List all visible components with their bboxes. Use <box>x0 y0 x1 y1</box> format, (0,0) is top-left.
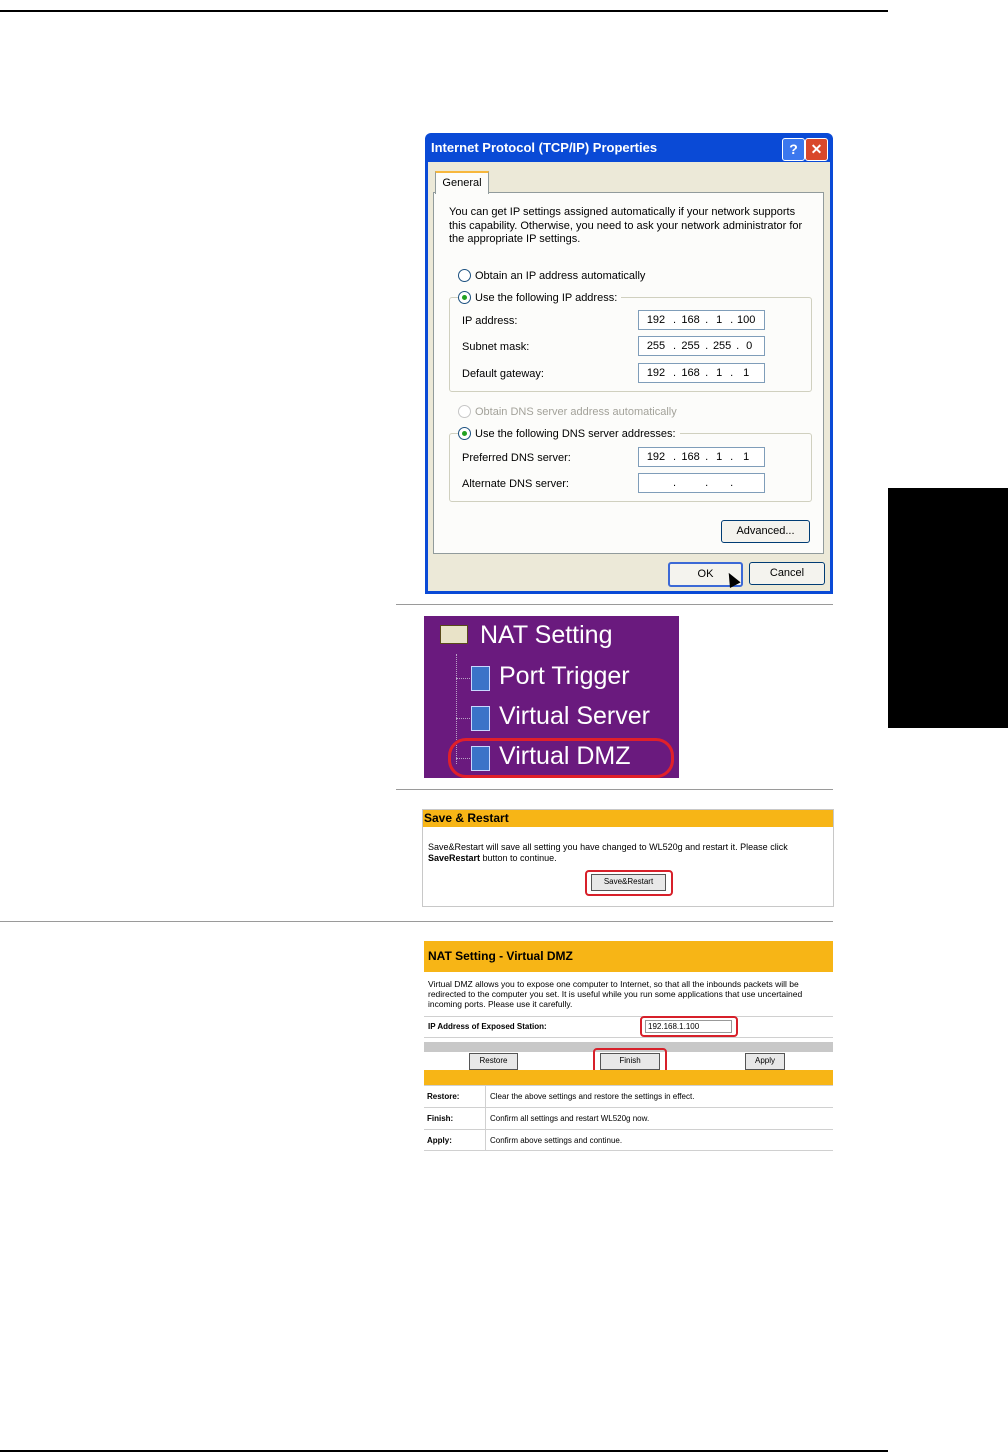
dialog-body: General You can get IP settings assigned… <box>428 162 830 591</box>
radio-button-selected[interactable] <box>458 291 471 304</box>
separator-3 <box>0 921 833 922</box>
preferred-dns-field[interactable]: 192. 168. 1. 1 <box>638 447 765 467</box>
radio-button-selected[interactable] <box>458 427 471 440</box>
radio-auto-dns[interactable]: Obtain DNS server address automatically <box>458 405 677 418</box>
legend-desc: Confirm all settings and restart WL520g … <box>490 1114 650 1123</box>
default-gateway-field[interactable]: 192. 168. 1. 1 <box>638 363 765 383</box>
radio-auto-dns-label: Obtain DNS server address automatically <box>475 405 677 418</box>
ip-address-field[interactable]: 192. 168. 1. 100 <box>638 310 765 330</box>
legend-term: Restore: <box>427 1092 460 1101</box>
highlight-box <box>640 1016 738 1037</box>
radio-button[interactable] <box>458 269 471 282</box>
octet: 168 <box>681 314 700 326</box>
highlight-box <box>585 870 673 896</box>
legend-column-divider <box>485 1085 486 1151</box>
radio-manual-dns[interactable]: Use the following DNS server addresses: <box>458 427 680 440</box>
dialog-title: Internet Protocol (TCP/IP) Properties <box>431 140 658 155</box>
default-gateway-label: Default gateway: <box>462 368 544 380</box>
octet: 1 <box>743 367 750 379</box>
octet: 1 <box>716 451 723 463</box>
octet: 255 <box>681 340 700 352</box>
save-restart-panel: Save & Restart Save&Restart will save al… <box>422 809 834 907</box>
subnet-mask-label: Subnet mask: <box>462 341 530 353</box>
alternate-dns-field[interactable]: . . . <box>638 473 765 493</box>
virtual-dmz-page: NAT Setting - Virtual DMZ Virtual DMZ al… <box>424 941 833 1151</box>
save-restart-title: Save & Restart <box>423 810 833 827</box>
advanced-button[interactable]: Advanced... <box>721 520 810 543</box>
radio-manual-ip[interactable]: Use the following IP address: <box>458 291 622 304</box>
save-restart-text: Save&Restart will save all setting you h… <box>428 842 828 864</box>
row-divider <box>424 1016 833 1017</box>
octet: 100 <box>737 314 756 326</box>
octet: 255 <box>712 340 732 352</box>
separator-1 <box>396 604 833 605</box>
row-divider <box>424 1150 833 1151</box>
chapter-side-tab <box>888 488 1008 728</box>
octet: 168 <box>681 367 700 379</box>
virtual-dmz-title: NAT Setting - Virtual DMZ <box>424 941 833 972</box>
legend-term: Finish: <box>427 1114 454 1123</box>
preferred-dns-label: Preferred DNS server: <box>462 452 571 464</box>
legend-desc: Confirm above settings and continue. <box>490 1136 623 1145</box>
text-part: button to continue. <box>480 853 557 863</box>
legend-desc: Clear the above settings and restore the… <box>490 1092 695 1101</box>
radio-button-disabled[interactable] <box>458 405 471 418</box>
octet: 255 <box>646 340 666 352</box>
menu-item-port-trigger[interactable]: Port Trigger <box>499 662 630 691</box>
octet: 192 <box>646 367 666 379</box>
row-divider <box>424 1037 833 1038</box>
help-icon[interactable]: ? <box>782 138 805 161</box>
octet: 1 <box>716 367 723 379</box>
octet: 192 <box>646 314 666 326</box>
radio-auto-ip-label: Obtain an IP address automatically <box>475 269 646 282</box>
dialog-description: You can get IP settings assigned automat… <box>449 206 803 245</box>
tree-line <box>456 718 470 720</box>
text-bold: SaveRestart <box>428 853 481 863</box>
menu-item-virtual-server[interactable]: Virtual Server <box>499 702 650 731</box>
text-part: Save&Restart will save all setting you h… <box>428 842 788 852</box>
tree-line <box>456 678 470 680</box>
virtual-dmz-description: Virtual DMZ allows you to expose one com… <box>428 979 803 1009</box>
bottom-rule <box>0 1450 888 1452</box>
tab-general[interactable]: General <box>435 171 489 194</box>
radio-manual-ip-label: Use the following IP address: <box>475 291 618 304</box>
cancel-button[interactable]: Cancel <box>749 562 825 585</box>
nat-setting-menu: NAT Setting Port Trigger Virtual Server … <box>424 616 679 778</box>
apply-button[interactable]: Apply <box>745 1053 785 1070</box>
restore-button[interactable]: Restore <box>469 1053 518 1070</box>
radio-manual-dns-label: Use the following DNS server addresses: <box>475 427 676 440</box>
ip-address-label: IP address: <box>462 315 518 327</box>
close-icon[interactable]: ✕ <box>805 138 828 161</box>
highlight-ring <box>448 738 674 778</box>
radio-auto-ip[interactable]: Obtain an IP address automatically <box>458 269 645 282</box>
separator-2 <box>396 789 833 790</box>
top-rule <box>0 10 888 12</box>
octet: 0 <box>746 340 753 352</box>
page-icon <box>471 666 490 691</box>
folder-open-icon <box>440 625 468 644</box>
octet: 1 <box>716 314 723 326</box>
alternate-dns-label: Alternate DNS server: <box>462 478 569 490</box>
exposed-station-label: IP Address of Exposed Station: <box>428 1022 547 1031</box>
button-bar-bottom <box>424 1070 833 1085</box>
general-panel: You can get IP settings assigned automat… <box>433 192 824 554</box>
subnet-mask-field[interactable]: 255. 255. 255. 0 <box>638 336 765 356</box>
octet: 192 <box>646 451 666 463</box>
nat-setting-folder[interactable]: NAT Setting <box>480 621 612 650</box>
octet: 1 <box>743 451 750 463</box>
legend-term: Apply: <box>427 1136 452 1145</box>
octet: 168 <box>681 451 700 463</box>
page-icon <box>471 706 490 731</box>
tcpip-properties-dialog: Internet Protocol (TCP/IP) Properties ? … <box>425 133 833 594</box>
